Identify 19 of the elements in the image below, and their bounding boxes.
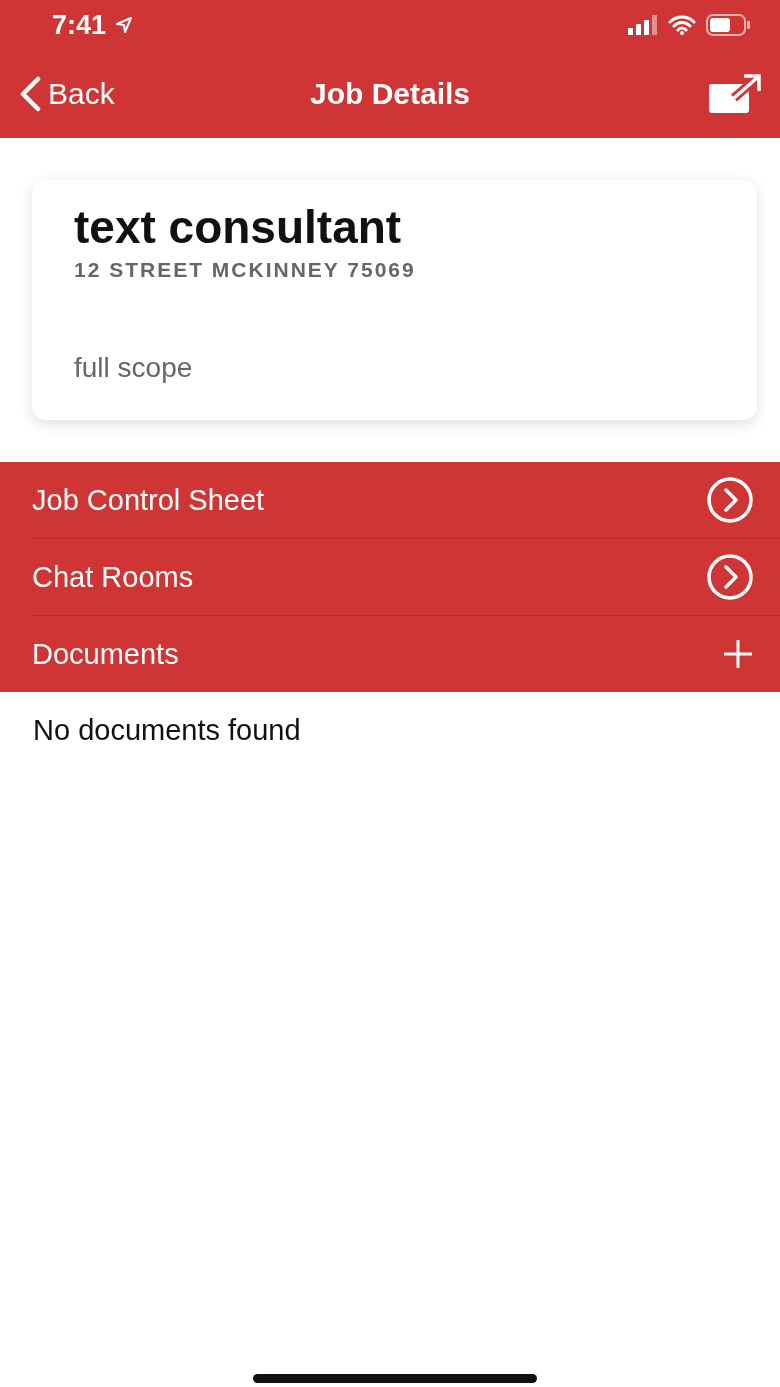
section-label[interactable]: Documents [32,637,179,671]
signal-icon [628,15,658,35]
wifi-icon [668,15,696,35]
back-button[interactable]: Back [18,76,178,112]
empty-message: No documents found [33,714,302,747]
job-address: 12 STREET MCKINNEY 75069 [74,258,417,282]
chevron-circle-icon[interactable] [706,476,754,524]
status-time: 7:41 [52,9,107,41]
back-chevron-icon[interactable] [18,76,42,112]
battery-icon [706,14,750,36]
chevron-circle-icon[interactable] [706,553,754,601]
plus-icon[interactable] [722,638,754,670]
location-arrow-icon [116,17,133,33]
page-title: Job Details [309,77,471,111]
section-label[interactable]: Chat Rooms [32,560,194,594]
job-title: text consultant [74,200,403,254]
share-icon[interactable] [708,74,762,114]
job-scope: full scope [74,352,194,384]
section-label[interactable]: Job Control Sheet [32,483,265,517]
